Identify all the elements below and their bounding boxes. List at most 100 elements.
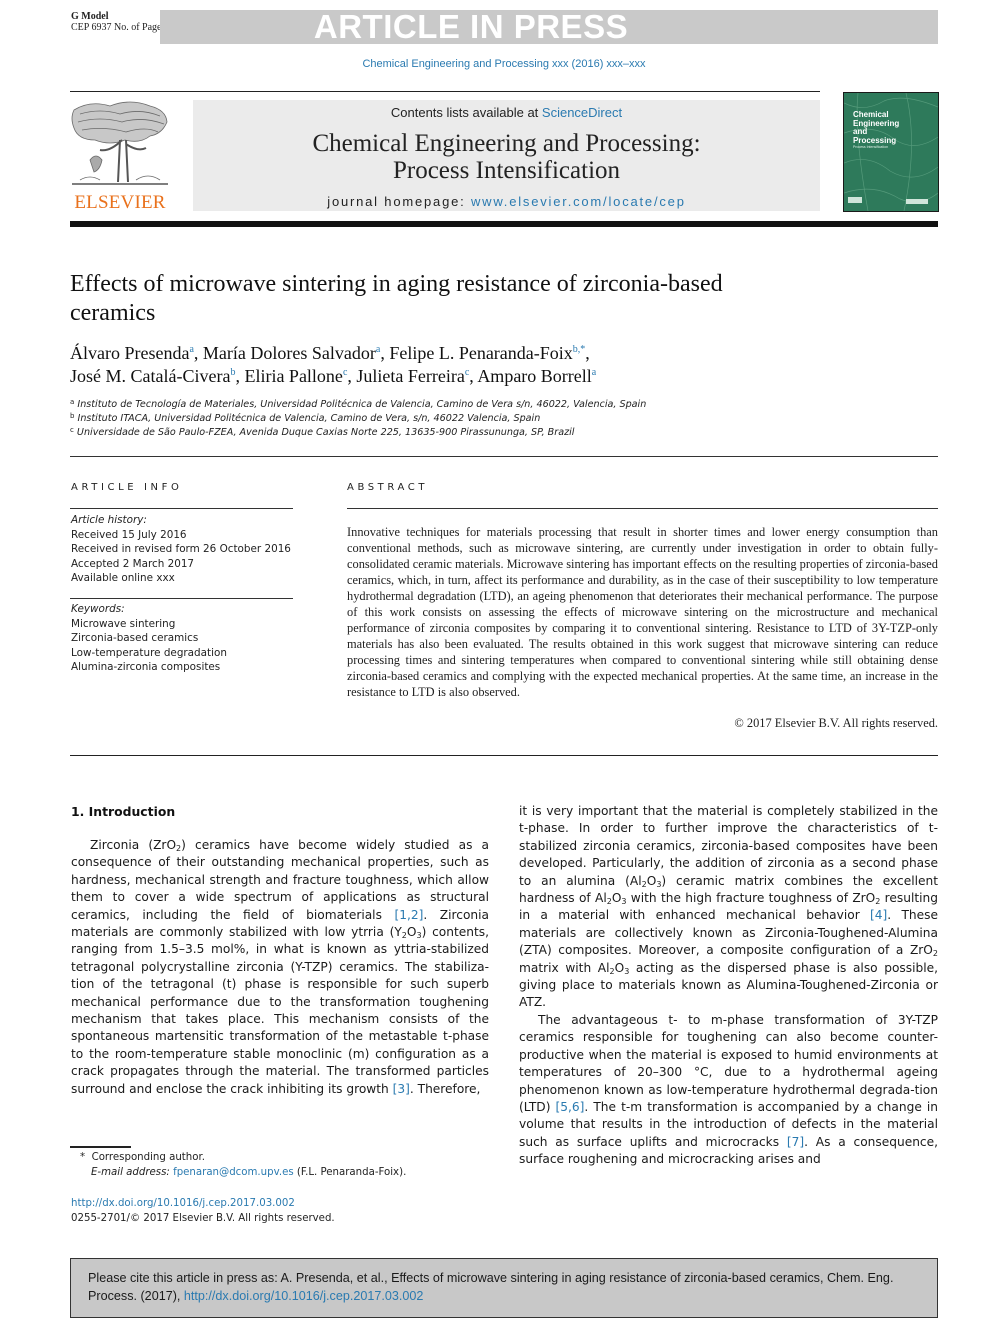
author[interactable]: Álvaro Presendaa — [70, 343, 194, 363]
citation-doi-link[interactable]: http://dx.doi.org/10.1016/j.cep.2017.03.… — [184, 1289, 423, 1303]
citation-ref-link[interactable]: [3] — [393, 1082, 410, 1096]
article-in-press-banner: ARTICLE IN PRESS — [160, 10, 938, 44]
cep-pages-label: CEP 6937 No. of Pages 9 — [71, 22, 173, 33]
article-title-line-2: ceramics — [70, 300, 156, 326]
text-run: . Therefore, — [409, 1081, 481, 1096]
citation-ref-link[interactable]: [4] — [870, 908, 887, 922]
author-name: José M. Catalá-Civera — [70, 366, 231, 386]
author-list: Álvaro Presendaa, María Dolores Salvador… — [70, 342, 830, 388]
body-column-left: Zirconia (ZrO2) ceramics have become wid… — [71, 837, 489, 1098]
citation-ref-link[interactable]: [7] — [787, 1135, 804, 1149]
footnote-marker: * — [80, 1152, 86, 1163]
doi-link[interactable]: http://dx.doi.org/10.1016/j.cep.2017.03.… — [71, 1198, 295, 1209]
citation-ref-link[interactable]: [5,6] — [556, 1100, 585, 1114]
manuscript-id-block: G Model CEP 6937 No. of Pages 9 — [71, 11, 173, 33]
elsevier-wordmark: ELSEVIER — [74, 192, 166, 213]
email-link[interactable]: fpenaran@dcom.upv.es — [173, 1167, 294, 1178]
text-run: O — [614, 960, 625, 975]
footnote-rule — [70, 1146, 131, 1148]
abstract-copyright: © 2017 Elsevier B.V. All rights reserved… — [734, 716, 938, 730]
affiliation-text: Instituto de Tecnología de Materiales, U… — [77, 399, 647, 410]
journal-cover-thumbnail[interactable]: Chemical Engineering and Processing Proc… — [843, 92, 939, 212]
issn-line: 0255-2701/© 2017 Elsevier B.V. All right… — [71, 1212, 335, 1224]
elsevier-logo[interactable]: ELSEVIER — [70, 100, 170, 213]
sciencedirect-link[interactable]: ScienceDirect — [542, 105, 622, 120]
cover-subtitle: Process Intensification — [853, 145, 889, 149]
author-name: Amparo Borrell — [477, 366, 592, 386]
affiliation-item: a Instituto de Tecnología de Materiales,… — [70, 398, 830, 412]
affiliation-key: a — [70, 398, 75, 406]
article-history: Article history: Received 15 July 2016 R… — [71, 513, 296, 586]
author-name: Julieta Ferreira — [356, 366, 465, 386]
homepage-prefix: journal homepage: — [327, 194, 471, 209]
journal-title-line-2: Process Intensification — [392, 157, 621, 184]
author[interactable]: Julieta Ferreirac — [356, 366, 469, 386]
contents-prefix: Contents lists available at — [390, 105, 542, 120]
masthead-top-rule — [70, 91, 820, 92]
text-run: Zirconia (ZrO — [90, 838, 177, 852]
author-separator: , — [585, 343, 590, 363]
keywords-label: Keywords: — [71, 603, 125, 615]
history-item: Accepted 2 March 2017 — [71, 557, 195, 570]
g-model-label: G Model — [71, 11, 109, 22]
contents-line: Contents lists available at ScienceDirec… — [193, 105, 820, 120]
divider — [70, 598, 293, 599]
author-name: María Dolores Salvador — [202, 343, 376, 363]
body-paragraph: The advantageous t- to m-phase transform… — [519, 1012, 938, 1169]
corresponding-label: Corresponding author. — [91, 1152, 205, 1163]
body-paragraph: Zirconia (ZrO2) ceramics have become wid… — [71, 837, 489, 1098]
affiliation-key: c — [70, 426, 74, 434]
abstract-text: Innovative techniques for materials proc… — [347, 525, 938, 699]
author[interactable]: María Dolores Salvadora — [203, 343, 380, 363]
affiliation-item: c Universidade de São Paulo-FZEA, Avenid… — [70, 426, 830, 440]
keyword-item: Alumina-zirconia composites — [71, 661, 221, 673]
citation-ref-link[interactable]: [1,2] — [394, 908, 423, 922]
author-separator: , — [193, 343, 203, 363]
keyword-item: Microwave sintering — [71, 617, 176, 630]
author-name: Eliria Pallone — [244, 366, 343, 386]
body-paragraph: it is very important that the material i… — [519, 803, 938, 1012]
author-name: Felipe L. Penaranda-Foix — [389, 343, 573, 363]
journal-title: Chemical Engineering and Processing: Pro… — [193, 130, 820, 184]
subscript: 2 — [932, 949, 938, 959]
article-info-heading: ARTICLE INFO — [71, 482, 183, 493]
corresponding-author-footnote: * Corresponding author. E-mail address: … — [80, 1151, 500, 1180]
author[interactable]: Eliria Pallonec — [244, 366, 347, 386]
affiliation-text: Instituto ITACA, Universidad Politécnica… — [77, 413, 541, 424]
keyword-list: Keywords: Microwave sintering Zirconia-b… — [71, 602, 296, 675]
journal-reference: Chemical Engineering and Processing xxx … — [362, 58, 646, 70]
author[interactable]: Amparo Borrella — [477, 366, 596, 386]
email-label: E-mail address: — [91, 1166, 174, 1178]
keyword-item: Low-temperature degradation — [71, 646, 227, 659]
article-in-press-text: ARTICLE IN PRESS — [313, 8, 629, 45]
author[interactable]: Felipe L. Penaranda-Foixb,* — [389, 343, 585, 363]
abstract-heading: ABSTRACT — [347, 482, 429, 493]
author-name: Álvaro Presenda — [70, 343, 190, 363]
journal-homepage-link[interactable]: www.elsevier.com/locate/cep — [471, 194, 686, 209]
history-item: Received 15 July 2016 — [71, 528, 187, 541]
footnote-line: * Corresponding author. — [80, 1151, 500, 1166]
history-item: Available online xxx — [71, 572, 175, 584]
author-separator: , — [380, 343, 390, 363]
citation-box: Please cite this article in press as: A.… — [70, 1258, 938, 1318]
citation-text: Please cite this article in press as: A.… — [88, 1270, 928, 1305]
journal-masthead: Contents lists available at ScienceDirec… — [193, 100, 820, 211]
email-suffix: (F.L. Penaranda-Foix). — [293, 1166, 407, 1178]
affiliation-marker[interactable]: a — [592, 367, 596, 378]
body-column-right: it is very important that the material i… — [519, 803, 938, 1169]
article-title: Effects of microwave sintering in aging … — [70, 270, 870, 328]
affiliation-marker[interactable]: b,* — [573, 344, 586, 355]
author[interactable]: José M. Catalá-Civerab — [70, 366, 235, 386]
cover-title-line: Processing — [853, 135, 897, 145]
text-run: with the high fracture toughness of ZrO — [626, 891, 876, 906]
text-run: matrix with Al — [519, 960, 610, 975]
cover-title: Chemical Engineering and Processing — [853, 110, 899, 145]
article-history-label: Article history: — [71, 514, 147, 526]
affiliation-list: a Instituto de Tecnología de Materiales,… — [70, 398, 830, 440]
doi-block: http://dx.doi.org/10.1016/j.cep.2017.03.… — [71, 1197, 491, 1226]
journal-title-line-1: Chemical Engineering and Processing: — [312, 130, 701, 157]
footnote-email-line: E-mail address: fpenaran@dcom.upv.es (F.… — [80, 1166, 500, 1181]
divider — [70, 456, 938, 457]
divider — [70, 755, 938, 756]
divider — [70, 508, 293, 509]
